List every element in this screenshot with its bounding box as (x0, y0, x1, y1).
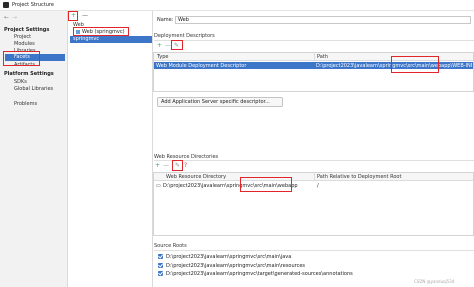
platform-settings-heading: Platform Settings (4, 71, 54, 77)
add-descriptor-icon[interactable]: + (157, 42, 162, 49)
project-settings-heading: Project Settings (4, 27, 50, 33)
divider (154, 250, 474, 251)
name-field[interactable] (175, 16, 471, 24)
add-server-descriptor-button[interactable]: Add Application Server specific descript… (157, 97, 283, 107)
app-icon (3, 2, 9, 8)
nav-item-problems[interactable]: Problems (14, 101, 37, 107)
checkbox[interactable] (158, 263, 163, 268)
table-header: Web Resource Directory Path Relative to … (154, 173, 473, 181)
back-arrow-icon[interactable]: ← (4, 14, 9, 21)
column-separator (314, 173, 315, 180)
source-root-item[interactable]: D:\project2023\javalearn\springmvc\src\m… (158, 254, 291, 260)
source-roots-title: Source Roots (154, 243, 187, 249)
tree-node-springmvc[interactable]: springmvc (70, 36, 152, 43)
facets-highlight-box (3, 51, 40, 66)
title-bar: Project Structure (0, 0, 474, 11)
resource-dir-highlight-box (240, 177, 292, 192)
source-root-item[interactable]: D:\project2023\javalearn\springmvc\targe… (158, 271, 353, 277)
edit-descriptor-highlight-box (171, 40, 183, 50)
window-title: Project Structure (12, 2, 54, 8)
nav-item-global-libraries[interactable]: Global Libraries (14, 86, 53, 92)
web-node-highlight-box (73, 27, 129, 36)
descriptor-type-cell: Web Module Deployment Descriptor (156, 63, 247, 69)
source-root-path: D:\project2023\javalearn\springmvc\targe… (166, 271, 353, 277)
table-row[interactable]: ▭ D:\project2023\javalearn\springmvc\src… (154, 182, 473, 189)
divider (154, 40, 474, 41)
nav-item-modules[interactable]: Modules (14, 41, 35, 47)
column-separator (314, 53, 315, 60)
forward-arrow-icon[interactable]: → (12, 14, 17, 21)
web-resource-directories-table: Web Resource Directory Path Relative to … (153, 172, 474, 236)
remove-facet-icon[interactable]: — (82, 12, 88, 19)
folder-icon: ▭ (156, 183, 161, 189)
edit-resource-dir-highlight-box (172, 160, 183, 171)
watermark: CSDN @yanduqi534 (414, 279, 455, 284)
column-header-type: Type (157, 54, 169, 60)
remove-resource-dir-icon[interactable]: — (163, 162, 169, 169)
add-resource-dir-icon[interactable]: + (155, 162, 160, 169)
deployment-descriptors-title: Deployment Descriptors (154, 33, 215, 39)
source-root-item[interactable]: D:\project2023\javalearn\springmvc\src\m… (158, 263, 305, 269)
relative-path-cell: / (317, 183, 319, 189)
column-header-directory: Web Resource Directory (166, 174, 227, 180)
column-header-relative-path: Path Relative to Deployment Root (317, 174, 402, 180)
nav-item-project[interactable]: Project (14, 34, 31, 40)
add-facet-highlight-box (68, 11, 78, 21)
descriptor-path-highlight-box (391, 56, 439, 73)
column-header-path: Path (317, 54, 328, 60)
name-label: Name: (157, 17, 174, 23)
source-root-path: D:\project2023\javalearn\springmvc\src\m… (166, 254, 292, 260)
help-icon[interactable]: ? (184, 162, 187, 169)
checkbox[interactable] (158, 271, 163, 276)
nav-item-sdks[interactable]: SDKs (14, 79, 27, 85)
divider (154, 160, 474, 161)
source-root-path: D:\project2023\javalearn\springmvc\src\m… (166, 263, 306, 269)
facets-tree-panel (69, 11, 153, 287)
checkbox[interactable] (158, 254, 163, 259)
